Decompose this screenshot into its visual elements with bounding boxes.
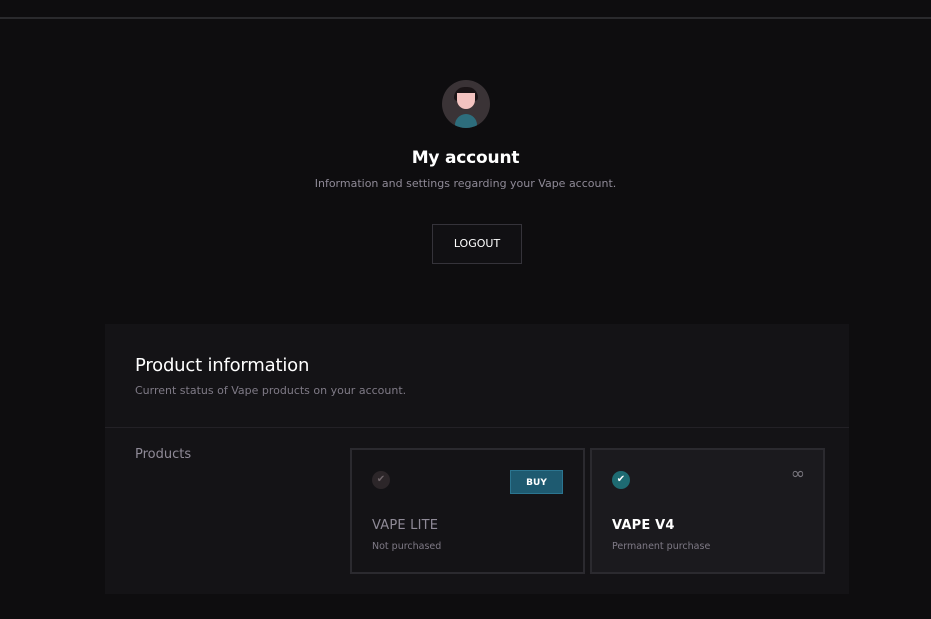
avatar-body (454, 114, 477, 128)
infinity-icon: ∞ (790, 464, 805, 484)
products-label: Products (135, 447, 192, 462)
page-subtitle: Information and settings regarding your … (314, 177, 617, 190)
account-header: My account Information and settings rega… (0, 80, 931, 190)
product-information-panel: Product information Current status of Va… (105, 324, 849, 594)
product-status: Permanent purchase (612, 541, 711, 552)
logout-button[interactable]: LOGOUT (432, 224, 522, 264)
page-title: My account (411, 148, 520, 168)
panel-title: Product information (135, 355, 310, 376)
top-divider (0, 17, 931, 19)
product-card-vape-v4: ✔ ∞ VAPE V4 Permanent purchase (590, 448, 825, 574)
check-icon: ✔ (372, 471, 390, 489)
avatar (441, 80, 490, 128)
product-status: Not purchased (372, 541, 442, 552)
panel-subtitle: Current status of Vape products on your … (135, 384, 407, 397)
check-icon: ✔ (612, 471, 630, 489)
product-name: VAPE V4 (612, 518, 675, 533)
panel-divider (105, 427, 849, 428)
product-name: VAPE LITE (372, 518, 439, 533)
avatar-face (456, 93, 475, 109)
product-card-vape-lite: ✔ BUY VAPE LITE Not purchased (350, 448, 585, 574)
buy-button[interactable]: BUY (510, 470, 563, 494)
